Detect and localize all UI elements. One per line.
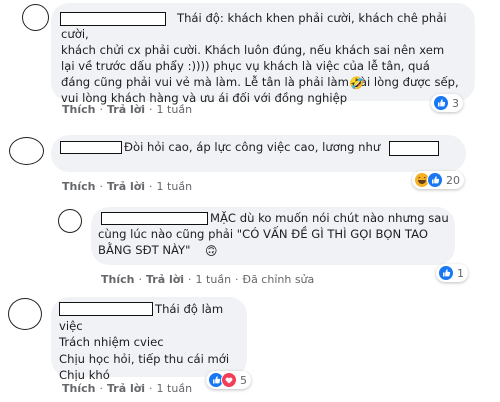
- like-link[interactable]: Thích: [101, 273, 134, 286]
- comment-text: MẶC dù ko muốn nói chút nào nhưng sau cù…: [98, 211, 449, 257]
- timestamp[interactable]: 1 tuần: [157, 382, 193, 395]
- timestamp[interactable]: 1 tuần: [157, 103, 193, 116]
- edited-label[interactable]: Đã chỉnh sửa: [243, 273, 315, 286]
- reply-link[interactable]: Trả lời: [107, 382, 145, 395]
- reaction-count: 20: [446, 173, 460, 187]
- avatar[interactable]: [8, 298, 42, 330]
- reaction-count: 1: [457, 266, 464, 280]
- like-link[interactable]: Thích: [62, 382, 95, 395]
- comment-text: Thái độ: khách khen phải cười, khách chê…: [61, 11, 459, 105]
- comment-text: Đòi hỏi cao, áp lực công việc cao, lương…: [124, 140, 381, 154]
- redacted-author-name: [60, 141, 122, 154]
- comment-actions: Thích · Trả lời · 1 tuần: [62, 180, 193, 193]
- upside-down-emoji: 🙃: [205, 244, 218, 258]
- like-link[interactable]: Thích: [62, 180, 95, 193]
- reaction-count: 3: [452, 96, 459, 110]
- like-icon: [427, 172, 443, 188]
- reply-link[interactable]: Trả lời: [146, 273, 184, 286]
- comment-actions: Thích · Trả lời · 1 tuần: [62, 382, 193, 395]
- reaction-summary[interactable]: 5: [206, 371, 251, 389]
- love-icon: [221, 372, 237, 388]
- timestamp[interactable]: 1 tuần: [196, 273, 232, 286]
- reply-link[interactable]: Trả lời: [107, 103, 145, 116]
- reaction-count: 5: [240, 373, 247, 387]
- reaction-summary[interactable]: 1: [436, 264, 468, 282]
- avatar[interactable]: [9, 137, 44, 165]
- reply-link[interactable]: Trả lời: [107, 180, 145, 193]
- like-icon: [438, 265, 454, 281]
- avatar[interactable]: [22, 4, 49, 31]
- reaction-summary[interactable]: 3: [431, 94, 463, 112]
- timestamp[interactable]: 1 tuần: [157, 180, 193, 193]
- like-link[interactable]: Thích: [62, 103, 95, 116]
- like-icon: [433, 95, 449, 111]
- rofl-emoji: 🤣: [349, 76, 364, 90]
- comment-actions: Thích · Trả lời · 1 tuần · Đã chỉnh sửa: [101, 273, 315, 286]
- redacted-text: [389, 141, 439, 156]
- reaction-summary[interactable]: 20: [412, 171, 464, 189]
- avatar[interactable]: [58, 209, 82, 233]
- comment-actions: Thích · Trả lời · 1 tuần: [62, 103, 193, 116]
